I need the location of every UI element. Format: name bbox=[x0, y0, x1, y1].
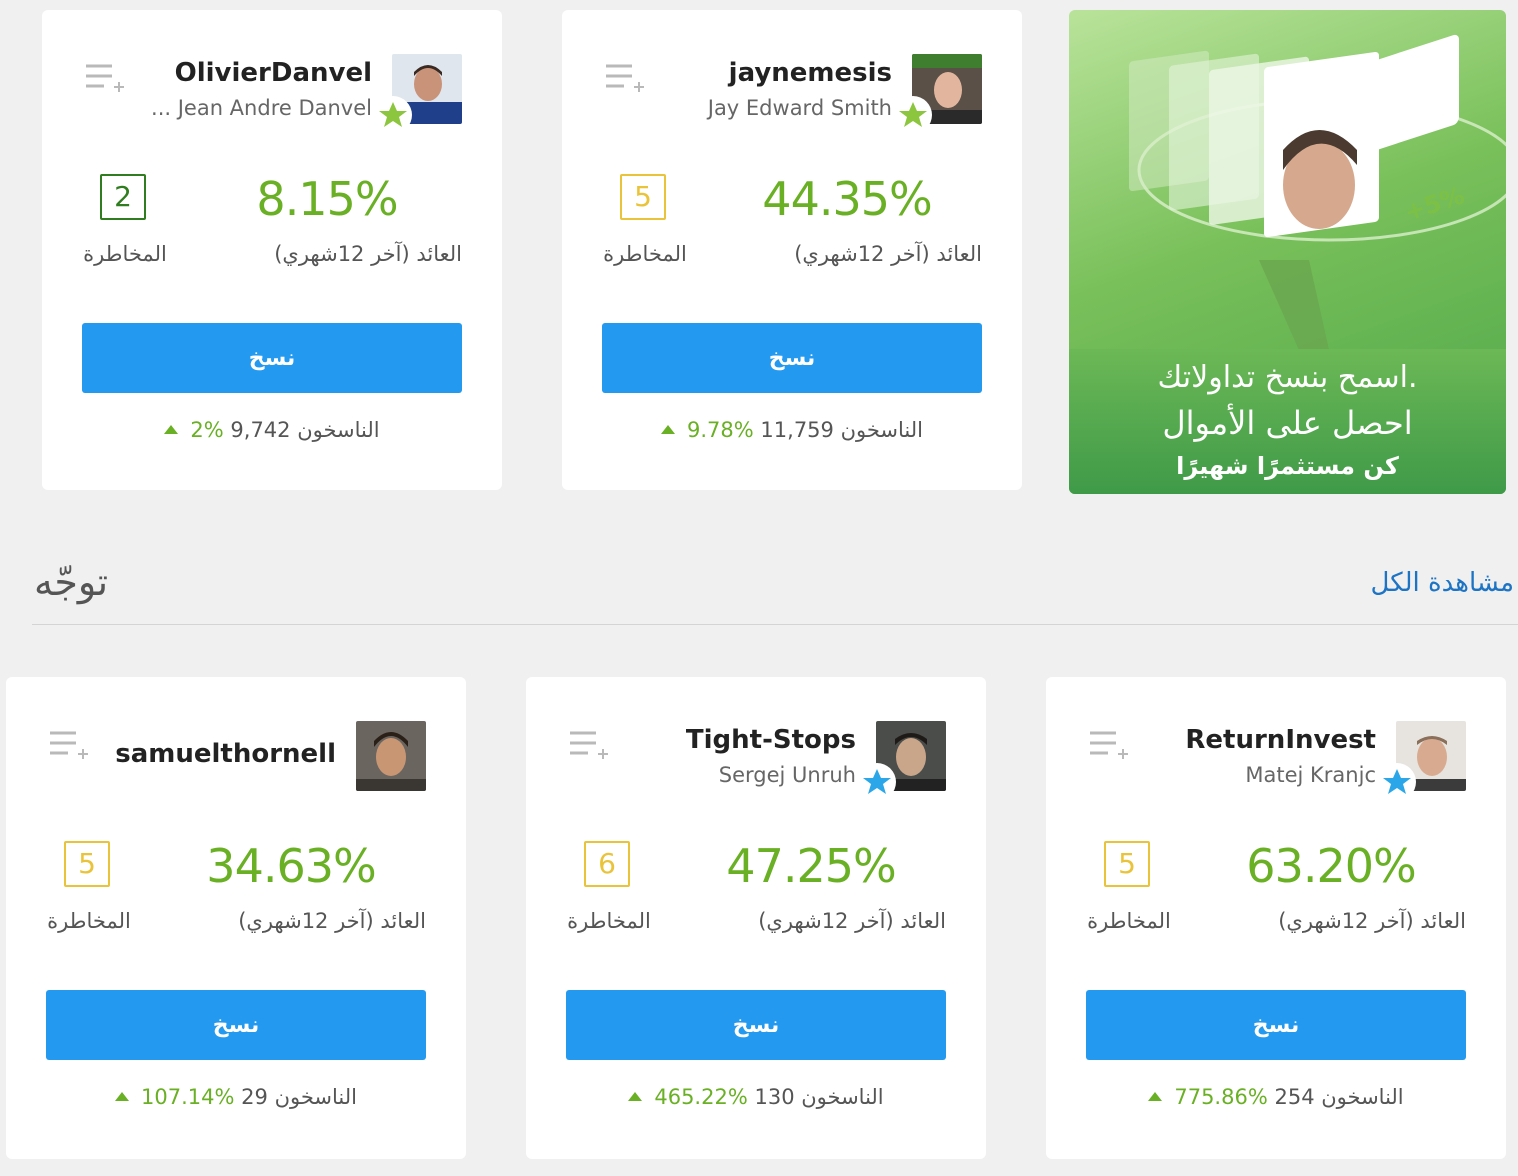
copy-button[interactable]: نسخ bbox=[566, 990, 946, 1060]
copiers-stat: 107.14% الناسخون 29 bbox=[6, 1085, 466, 1109]
gain-label: العائد (آخر 12شهري) bbox=[238, 909, 426, 933]
add-to-watchlist-icon[interactable] bbox=[568, 729, 610, 763]
see-all-link[interactable]: مشاهدة الكل bbox=[1371, 568, 1514, 598]
add-to-watchlist-icon[interactable] bbox=[604, 62, 646, 96]
arrow-up-icon bbox=[1148, 1091, 1163, 1101]
green-star-icon bbox=[894, 96, 932, 134]
avatar[interactable] bbox=[1378, 721, 1466, 801]
gain-value: 8.15% bbox=[256, 172, 398, 226]
copiers-change: 465.22% bbox=[654, 1085, 748, 1109]
popular-investor-banner[interactable]: +5% اسمح بنسخ تداولاتك. احصل على الأموال… bbox=[1069, 10, 1506, 494]
copiers-label: الناسخون bbox=[274, 1085, 357, 1109]
copiers-label: الناسخون bbox=[1321, 1085, 1404, 1109]
section-title: توجّه bbox=[34, 560, 109, 604]
arrow-up-icon bbox=[661, 424, 676, 434]
banner-illustration bbox=[1129, 34, 1506, 350]
gain-label: العائد (آخر 12شهري) bbox=[1278, 909, 1466, 933]
banner-line-2: احصل على الأموال bbox=[1162, 404, 1413, 442]
gain-value: 47.25% bbox=[726, 839, 896, 893]
risk-score: 5 bbox=[1104, 841, 1150, 887]
copiers-change: 9.78% bbox=[687, 418, 754, 442]
blue-star-icon bbox=[1378, 763, 1416, 801]
username[interactable]: Tight-Stops bbox=[686, 725, 856, 755]
username[interactable]: ReturnInvest bbox=[1185, 725, 1376, 755]
risk-label: المخاطرة bbox=[1087, 909, 1171, 933]
full-name: ... Jean Andre Danvel bbox=[151, 96, 372, 120]
add-to-watchlist-icon[interactable] bbox=[48, 729, 90, 763]
risk-label: المخاطرة bbox=[567, 909, 651, 933]
copiers-stat: 2% الناسخون 9,742 bbox=[42, 418, 502, 442]
full-name: Sergej Unruh bbox=[718, 763, 856, 787]
copiers-count: 29 bbox=[241, 1085, 268, 1109]
trader-card-olivierdanvel[interactable]: OlivierDanvel ... Jean Andre Danvel 2 ال… bbox=[42, 10, 502, 490]
username[interactable]: OlivierDanvel bbox=[175, 58, 372, 88]
risk-score: 5 bbox=[64, 841, 110, 887]
avatar[interactable] bbox=[894, 54, 982, 134]
arrow-up-icon bbox=[164, 424, 179, 434]
gain-label: العائد (آخر 12شهري) bbox=[274, 242, 462, 266]
copy-button[interactable]: نسخ bbox=[1086, 990, 1466, 1060]
arrow-up-icon bbox=[115, 1091, 130, 1101]
trader-card-returninvest[interactable]: ReturnInvest Matej Kranjc 5 المخاطرة 63.… bbox=[1046, 677, 1506, 1159]
copiers-count: 9,742 bbox=[230, 418, 291, 442]
risk-score: 2 bbox=[100, 174, 146, 220]
add-to-watchlist-icon[interactable] bbox=[1088, 729, 1130, 763]
trader-card-jaynemesis[interactable]: jaynemesis Jay Edward Smith 5 المخاطرة 4… bbox=[562, 10, 1022, 490]
username[interactable]: samuelthornell bbox=[115, 739, 336, 769]
green-star-icon bbox=[374, 96, 412, 134]
risk-score: 5 bbox=[620, 174, 666, 220]
copiers-label: الناسخون bbox=[840, 418, 923, 442]
banner-line-1: اسمح بنسخ تداولاتك. bbox=[1157, 360, 1418, 395]
copiers-count: 130 bbox=[754, 1085, 795, 1109]
copiers-change: 775.86% bbox=[1174, 1085, 1268, 1109]
gain-label: العائد (آخر 12شهري) bbox=[758, 909, 946, 933]
copiers-label: الناسخون bbox=[297, 418, 380, 442]
full-name: Matej Kranjc bbox=[1245, 763, 1376, 787]
risk-label: المخاطرة bbox=[603, 242, 687, 266]
copiers-stat: 9.78% الناسخون 11,759 bbox=[562, 418, 1022, 442]
arrow-up-icon bbox=[628, 1091, 643, 1101]
copy-button[interactable]: نسخ bbox=[82, 323, 462, 393]
gain-label: العائد (آخر 12شهري) bbox=[794, 242, 982, 266]
risk-score: 6 bbox=[584, 841, 630, 887]
trader-card-samuelthornell[interactable]: samuelthornell 5 المخاطرة 34.63% العائد … bbox=[6, 677, 466, 1159]
gain-value: 63.20% bbox=[1246, 839, 1416, 893]
full-name: Jay Edward Smith bbox=[707, 96, 892, 120]
gain-value: 44.35% bbox=[762, 172, 932, 226]
trader-card-tight-stops[interactable]: Tight-Stops Sergej Unruh 6 المخاطرة 47.2… bbox=[526, 677, 986, 1159]
blue-star-icon bbox=[858, 763, 896, 801]
gain-value: 34.63% bbox=[206, 839, 376, 893]
avatar[interactable] bbox=[858, 721, 946, 801]
username[interactable]: jaynemesis bbox=[729, 58, 892, 88]
risk-label: المخاطرة bbox=[83, 242, 167, 266]
risk-label: المخاطرة bbox=[47, 909, 131, 933]
copy-button[interactable]: نسخ bbox=[46, 990, 426, 1060]
copiers-label: الناسخون bbox=[801, 1085, 884, 1109]
avatar[interactable] bbox=[356, 721, 426, 791]
add-to-watchlist-icon[interactable] bbox=[84, 62, 126, 96]
copiers-count: 11,759 bbox=[760, 418, 834, 442]
avatar[interactable] bbox=[374, 54, 462, 134]
copiers-stat: 775.86% الناسخون 254 bbox=[1046, 1085, 1506, 1109]
copiers-change: 107.14% bbox=[141, 1085, 235, 1109]
copiers-stat: 465.22% الناسخون 130 bbox=[526, 1085, 986, 1109]
copy-button[interactable]: نسخ bbox=[602, 323, 982, 393]
copiers-count: 254 bbox=[1274, 1085, 1315, 1109]
section-divider bbox=[32, 624, 1518, 625]
copiers-change: 2% bbox=[190, 418, 224, 442]
banner-line-3: كن مستثمرًا شهيرًا bbox=[1176, 452, 1399, 480]
